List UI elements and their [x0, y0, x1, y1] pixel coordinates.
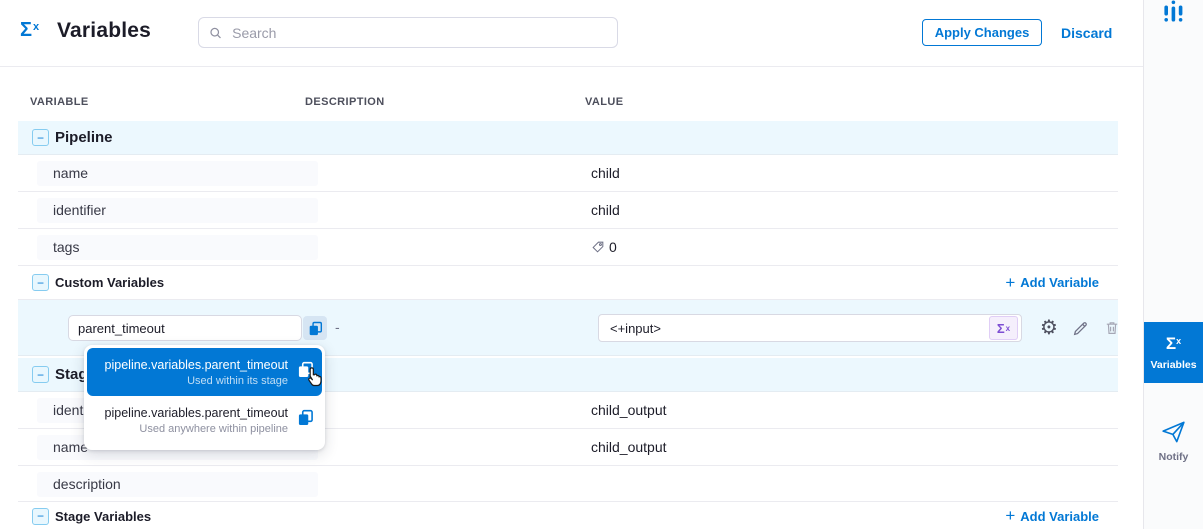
section-title: Custom Variables — [55, 275, 164, 290]
section-pipeline: − Pipeline — [18, 121, 1118, 155]
variables-panel: Σx Variables Apply Changes Discard VARIA… — [0, 0, 1203, 529]
add-variable-label: Add Variable — [1020, 275, 1099, 290]
variable-value: child — [591, 202, 620, 218]
add-variable-button[interactable]: + Add Variable — [999, 274, 1105, 292]
table-row: identifier child — [18, 192, 1118, 229]
table-column-headers: VARIABLE DESCRIPTION VALUE — [18, 88, 1118, 116]
sigma-icon: Σx — [20, 20, 39, 40]
variable-value: child — [591, 165, 620, 181]
add-variable-button[interactable]: + Add Variable — [999, 507, 1105, 525]
expression-sigma-icon[interactable]: Σx — [989, 316, 1018, 340]
reference-path: pipeline.variables.parent_timeout — [105, 406, 288, 420]
settings-gear-icon[interactable]: ⚙ — [1040, 318, 1058, 338]
value-input[interactable]: <+input> Σx — [598, 314, 1022, 342]
section-custom-variables: − Custom Variables + Add Variable — [18, 266, 1118, 300]
variable-label: description — [53, 476, 121, 492]
paper-plane-icon — [1160, 420, 1187, 444]
reference-path: pipeline.variables.parent_timeout — [105, 358, 288, 372]
search-icon — [209, 26, 222, 40]
collapse-icon[interactable]: − — [32, 366, 49, 383]
sidebar-item-label: Notify — [1159, 451, 1189, 463]
delete-trash-icon[interactable] — [1104, 320, 1120, 336]
header-divider — [0, 66, 1143, 67]
variable-value: child_output — [591, 439, 667, 455]
discard-button[interactable]: Discard — [1061, 25, 1112, 41]
apply-changes-button[interactable]: Apply Changes — [922, 19, 1042, 46]
copy-icon[interactable] — [297, 361, 314, 383]
dropdown-item-stage-scope[interactable]: pipeline.variables.parent_timeout Used w… — [87, 348, 322, 396]
reference-scope: Used anywhere within pipeline — [105, 423, 288, 435]
variable-name-input[interactable] — [68, 315, 302, 341]
collapse-icon[interactable]: − — [32, 274, 49, 291]
right-sidebar: Σx Variables Notify — [1143, 0, 1203, 529]
search-input[interactable] — [230, 24, 607, 42]
sigma-icon: Σx — [1166, 335, 1181, 352]
variable-label: name — [53, 439, 88, 455]
variable-label: identifier — [53, 202, 106, 218]
column-description: DESCRIPTION — [305, 96, 385, 108]
page-title: Variables — [57, 19, 151, 43]
table-row: tags 0 — [18, 229, 1118, 266]
section-stage-variables: − Stage Variables + Add Variable — [18, 502, 1118, 529]
dropdown-item-pipeline-scope[interactable]: pipeline.variables.parent_timeout Used a… — [87, 396, 322, 444]
copy-icon[interactable] — [303, 316, 327, 340]
variable-reference-dropdown: pipeline.variables.parent_timeout Used w… — [84, 345, 325, 450]
plus-icon: + — [1005, 274, 1015, 291]
sidebar-item-label: Variables — [1150, 359, 1196, 371]
section-title: Pipeline — [55, 129, 113, 146]
tag-icon — [591, 240, 605, 254]
copy-icon[interactable] — [297, 409, 314, 431]
tag-count: 0 — [609, 239, 617, 255]
plus-icon: + — [1005, 507, 1015, 524]
table-row: name child — [18, 155, 1118, 192]
value-text: <+input> — [599, 321, 661, 336]
column-value: VALUE — [585, 96, 623, 108]
search-box[interactable] — [198, 17, 618, 48]
description-value: - — [335, 319, 340, 335]
sidebar-item-flow-control[interactable] — [1144, 0, 1203, 24]
collapse-icon[interactable]: − — [32, 508, 49, 525]
sidebar-item-notify[interactable]: Notify — [1144, 420, 1203, 463]
sidebar-item-variables[interactable]: Σx Variables — [1144, 322, 1203, 383]
variable-label: tags — [53, 239, 79, 255]
edit-pencil-icon[interactable] — [1072, 320, 1089, 337]
collapse-icon[interactable]: − — [32, 129, 49, 146]
table-row: description — [18, 466, 1118, 502]
variable-value: child_output — [591, 402, 667, 418]
reference-scope: Used within its stage — [105, 375, 288, 387]
flow-control-icon — [1163, 0, 1184, 24]
variable-label: name — [53, 165, 88, 181]
tags-value: 0 — [591, 239, 617, 255]
column-variable: VARIABLE — [30, 96, 89, 108]
section-title: Stage Variables — [55, 509, 151, 524]
row-actions: ⚙ — [1040, 316, 1120, 340]
add-variable-label: Add Variable — [1020, 509, 1099, 524]
